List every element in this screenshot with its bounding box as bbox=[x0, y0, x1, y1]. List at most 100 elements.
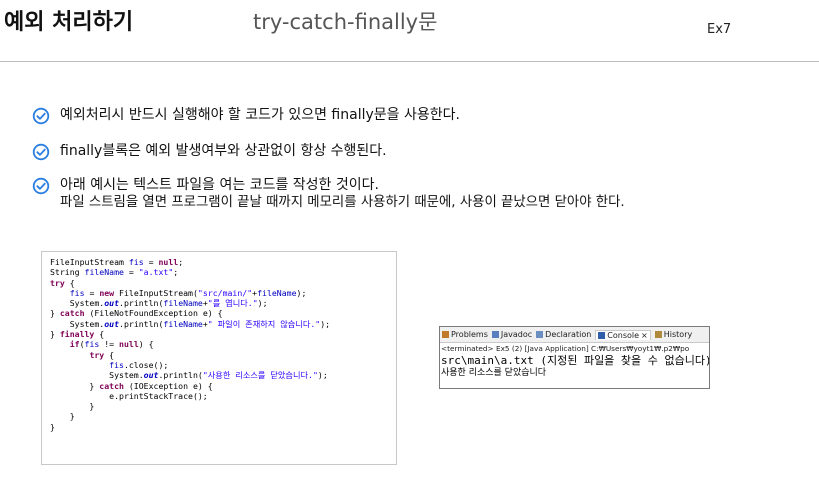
code-line: } bbox=[50, 422, 396, 432]
code-line: } bbox=[50, 411, 396, 421]
tab-label: Declaration bbox=[545, 330, 592, 339]
code-token: = bbox=[123, 267, 139, 278]
code-line: } catch (FileNotFoundException e) { bbox=[50, 308, 396, 318]
bullet-3: 아래 예시는 텍스트 파일을 여는 코드를 작성한 것이다. 파일 스트림을 열… bbox=[32, 177, 625, 211]
code-token: .close(); bbox=[123, 359, 169, 370]
code-line: fis.close(); bbox=[50, 360, 396, 370]
code-token: FileInputStream bbox=[50, 257, 129, 267]
code-token: e.printStackTrace(); bbox=[50, 390, 208, 401]
code-token: System. bbox=[50, 370, 144, 381]
code-token: fileName bbox=[257, 287, 297, 298]
tab-problems[interactable]: Problems bbox=[442, 330, 488, 339]
code-line: fis = new FileInputStream("src/main/"+fi… bbox=[50, 288, 396, 298]
code-token: String bbox=[50, 267, 85, 278]
bullet-text: finally블록은 예외 발생여부와 상관없이 항상 수행된다. bbox=[60, 143, 387, 159]
code-token: } bbox=[50, 329, 60, 340]
code-token: out bbox=[143, 370, 159, 381]
code-line: System.out.println("사용한 리소스를 닫았습니다."); bbox=[50, 370, 396, 380]
code-token: out bbox=[104, 298, 120, 309]
code-token: if bbox=[69, 339, 80, 350]
console-icon bbox=[598, 331, 606, 339]
code-token: finally bbox=[59, 329, 95, 340]
page-title: 예외 처리하기 bbox=[4, 10, 134, 35]
slide-label: Ex7 bbox=[707, 22, 732, 37]
tab-history[interactable]: History bbox=[654, 330, 693, 339]
code-line: } catch (IOException e) { bbox=[50, 381, 396, 391]
code-line: System.out.println(fileName+"를 엽니다."); bbox=[50, 298, 396, 308]
history-icon bbox=[654, 331, 662, 338]
console-output-line: 사용한 리소스를 닫았습니다 bbox=[441, 368, 547, 378]
code-token: { bbox=[94, 329, 105, 340]
code-token: ; bbox=[173, 267, 179, 278]
check-circle-icon bbox=[32, 143, 50, 161]
code-token: FileInputStream( bbox=[114, 287, 198, 298]
header-divider bbox=[0, 61, 819, 62]
console-panel: Problems Javadoc Declaration Console × Histor… bbox=[439, 326, 710, 389]
javadoc-icon bbox=[491, 331, 499, 338]
code-token: (IOException e) { bbox=[123, 380, 213, 391]
code-token: try bbox=[89, 349, 105, 360]
code-token: } bbox=[50, 308, 60, 319]
code-token: ; bbox=[178, 257, 184, 267]
code-token: } bbox=[50, 401, 95, 412]
tab-label: History bbox=[663, 330, 693, 339]
code-token: "사용한 리소스를 닫았습니다." bbox=[202, 370, 318, 381]
code-token: fileName bbox=[163, 298, 203, 309]
code-token: ); bbox=[317, 370, 328, 381]
bullet-1: 예외처리시 반드시 실행해야 할 코드가 있으면 finally문을 사용한다. bbox=[32, 107, 460, 125]
code-token: new bbox=[99, 287, 115, 298]
page-subtitle: try-catch-finally문 bbox=[253, 10, 438, 34]
code-token: null bbox=[119, 339, 139, 350]
terminated-status: <terminated> Ex5 (2) [Java Application] … bbox=[441, 344, 690, 353]
code-line: try { bbox=[50, 278, 396, 288]
bullet-2: finally블록은 예외 발생여부와 상관없이 항상 수행된다. bbox=[32, 143, 387, 161]
code-token: } bbox=[50, 411, 75, 422]
code-token: ); bbox=[296, 287, 307, 298]
code-token: try bbox=[50, 277, 65, 288]
code-token: "a.txt" bbox=[138, 267, 174, 278]
code-line: e.printStackTrace(); bbox=[50, 391, 396, 401]
console-output-line: src\main\a.txt (지정된 파일을 찾을 수 없습니다) bbox=[441, 354, 709, 367]
tab-label: Console bbox=[607, 330, 640, 340]
code-token: .println( bbox=[119, 298, 164, 309]
tab-label: Javadoc bbox=[500, 330, 533, 339]
code-token: fis bbox=[128, 257, 144, 267]
code-token: != bbox=[99, 339, 120, 350]
check-circle-icon bbox=[32, 177, 50, 195]
code-token: fis bbox=[84, 339, 100, 350]
code-token: { bbox=[64, 277, 75, 288]
code-line: System.out.println(fileName+" 파일이 존재하지 않… bbox=[50, 319, 396, 329]
code-sample: FileInputStream fis = null; String fileNa… bbox=[41, 251, 397, 465]
code-line: String fileName = "a.txt"; bbox=[50, 267, 396, 277]
code-token: System. bbox=[50, 318, 105, 329]
code-token: "src/main/" bbox=[197, 287, 253, 298]
tab-label: Problems bbox=[451, 330, 488, 339]
code-line: } bbox=[50, 401, 396, 411]
code-token: null bbox=[158, 257, 179, 267]
code-token: ); bbox=[320, 318, 331, 329]
code-token: fis bbox=[69, 287, 85, 298]
code-token: fis bbox=[109, 359, 124, 370]
code-token: System. bbox=[50, 298, 105, 309]
bullet-text: 파일 스트림을 열면 프로그램이 끝날 때까지 메모리를 사용하기 때문에, 사… bbox=[60, 195, 625, 210]
code-token: } bbox=[50, 380, 100, 391]
code-token: = bbox=[143, 257, 159, 267]
code-line: if(fis != null) { bbox=[50, 339, 396, 349]
bullet-text: 예외처리시 반드시 실행해야 할 코드가 있으면 finally문을 사용한다. bbox=[60, 107, 460, 123]
close-icon[interactable]: × bbox=[641, 331, 648, 340]
code-token: out bbox=[104, 318, 120, 329]
code-token: catch bbox=[99, 380, 124, 391]
code-line: } finally { bbox=[50, 329, 396, 339]
bullet-text: 아래 예시는 텍스트 파일을 여는 코드를 작성한 것이다. bbox=[60, 177, 379, 193]
code-token: ) { bbox=[138, 339, 154, 350]
tab-declaration[interactable]: Declaration bbox=[536, 330, 591, 339]
code-token: fileName bbox=[163, 318, 203, 329]
tab-console[interactable]: Console × bbox=[595, 329, 651, 340]
tab-javadoc[interactable]: Javadoc bbox=[491, 330, 533, 339]
code-token: .println( bbox=[158, 370, 203, 381]
code-line: try { bbox=[50, 350, 396, 360]
code-token: ); bbox=[257, 298, 268, 309]
check-circle-icon bbox=[32, 107, 50, 125]
